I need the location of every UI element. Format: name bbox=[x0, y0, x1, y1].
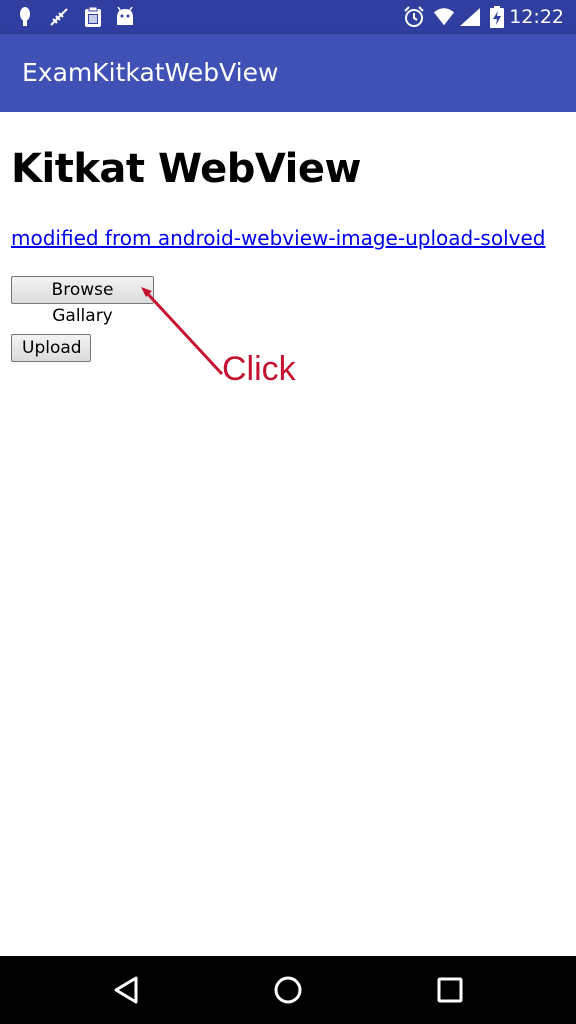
recents-icon[interactable] bbox=[430, 970, 470, 1010]
app-title: ExamKitkatWebView bbox=[22, 58, 279, 87]
clipboard-icon bbox=[82, 6, 104, 28]
annotation-label: Click bbox=[222, 350, 296, 388]
alarm-icon bbox=[403, 6, 425, 28]
navigation-bar bbox=[0, 956, 576, 1024]
home-icon[interactable] bbox=[268, 970, 308, 1010]
android-robot-icon bbox=[114, 6, 136, 28]
status-bar: 12:22 bbox=[0, 0, 576, 34]
webview-content: Kitkat WebView modified from android-web… bbox=[0, 112, 576, 956]
status-time: 12:22 bbox=[509, 6, 564, 28]
android-notification-icon bbox=[14, 6, 36, 28]
wifi-icon bbox=[433, 6, 455, 28]
signal-scan-icon bbox=[48, 6, 70, 28]
battery-charging-icon bbox=[486, 6, 508, 28]
cell-signal-icon bbox=[459, 6, 481, 28]
back-icon[interactable] bbox=[106, 970, 146, 1010]
app-bar: ExamKitkatWebView bbox=[0, 34, 576, 112]
